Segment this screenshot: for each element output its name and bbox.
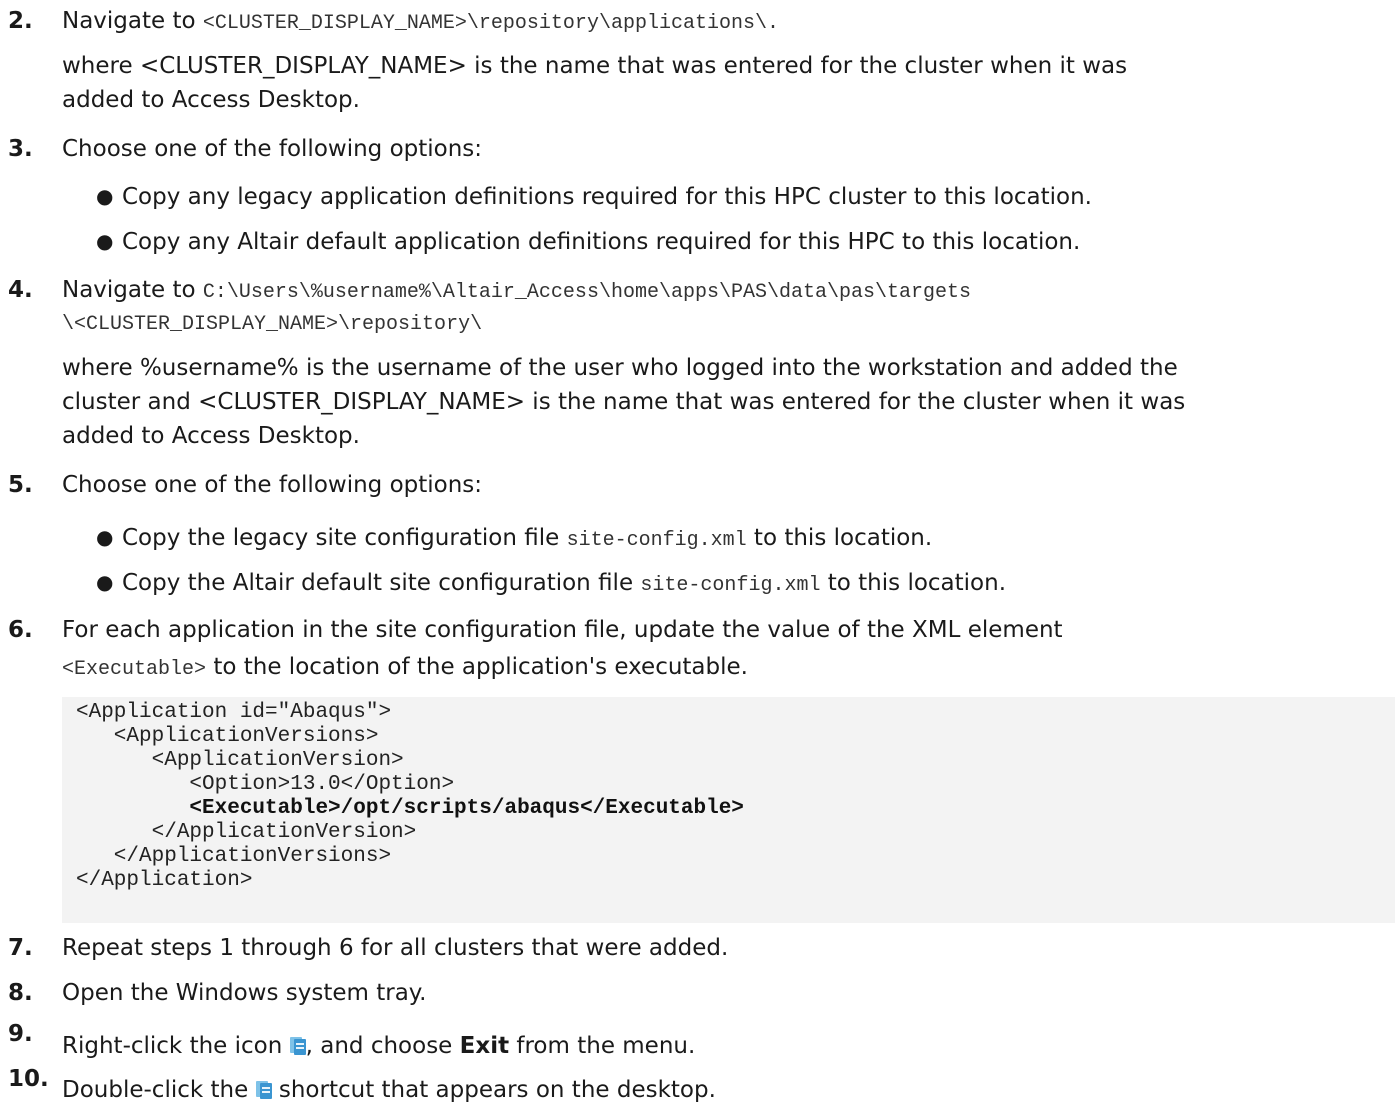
- code-line: </ApplicationVersion>: [76, 821, 417, 844]
- path-code: C:\Users\%username%\Altair_Access\home\a…: [202, 281, 971, 304]
- step-number: 8.: [8, 980, 33, 1006]
- step-number: 6.: [8, 617, 33, 643]
- path-code: <CLUSTER_DISPLAY_NAME>\repository\applic…: [202, 12, 779, 35]
- code-line: <ApplicationVersion>: [76, 749, 404, 772]
- code-line-highlighted: <Executable>/opt/scripts/abaqus</Executa…: [76, 797, 744, 820]
- bullet-item: Copy any legacy application definitions …: [122, 184, 1092, 210]
- step-number: 10.: [8, 1066, 49, 1092]
- step-desc: cluster and <CLUSTER_DISPLAY_NAME> is th…: [62, 389, 1186, 415]
- step-number: 2.: [8, 8, 33, 34]
- step-desc: added to Access Desktop.: [62, 87, 360, 113]
- code-block: <Application id="Abaqus"> <ApplicationVe…: [62, 697, 1395, 923]
- step-number: 9.: [8, 1021, 33, 1047]
- step-text: Navigate to C:\Users\%username%\Altair_A…: [62, 277, 971, 304]
- code-line: <ApplicationVersions>: [76, 725, 379, 748]
- step-number: 4.: [8, 277, 33, 303]
- code-line: </ApplicationVersions>: [76, 845, 392, 868]
- bullet-dot: ●: [96, 229, 114, 253]
- bullet-dot: ●: [96, 184, 114, 208]
- bullet-item: Copy the Altair default site configurati…: [122, 570, 1007, 597]
- bullet-item: Copy any Altair default application defi…: [122, 229, 1081, 255]
- xml-element-code: <Executable>: [62, 658, 207, 681]
- step-number: 3.: [8, 136, 33, 162]
- step-number: 7.: [8, 935, 33, 961]
- step-desc: added to Access Desktop.: [62, 423, 360, 449]
- step-text: Double-click the shortcut that appears o…: [62, 1077, 716, 1103]
- code-line: <Application id="Abaqus">: [76, 701, 392, 724]
- path-code: \<CLUSTER_DISPLAY_NAME>\repository\: [62, 313, 483, 336]
- altair-access-icon: [255, 1081, 272, 1099]
- bullet-dot: ●: [96, 525, 114, 549]
- code-line: <Option>13.0</Option>: [76, 773, 455, 796]
- step-text: Right-click the icon , and choose Exit f…: [62, 1033, 696, 1059]
- filename-code: site-config.xml: [640, 574, 821, 597]
- code-line: </Application>: [76, 869, 253, 892]
- step-text: For each application in the site configu…: [62, 617, 1063, 643]
- step-text: Navigate to <CLUSTER_DISPLAY_NAME>\repos…: [62, 8, 779, 35]
- bullet-item: Copy the legacy site configuration file …: [122, 525, 933, 552]
- altair-access-icon: [289, 1037, 306, 1055]
- step-text: Repeat steps 1 through 6 for all cluster…: [62, 935, 729, 961]
- step-text: Open the Windows system tray.: [62, 980, 427, 1006]
- step-text: <Executable> to the location of the appl…: [62, 654, 748, 681]
- step-number: 5.: [8, 472, 33, 498]
- step-text: Choose one of the following options:: [62, 472, 483, 498]
- step-desc: where %username% is the username of the …: [62, 355, 1178, 381]
- exit-label: Exit: [459, 1033, 510, 1059]
- step-desc: where <CLUSTER_DISPLAY_NAME> is the name…: [62, 53, 1128, 79]
- step-text: Choose one of the following options:: [62, 136, 483, 162]
- bullet-dot: ●: [96, 570, 114, 594]
- filename-code: site-config.xml: [566, 529, 747, 552]
